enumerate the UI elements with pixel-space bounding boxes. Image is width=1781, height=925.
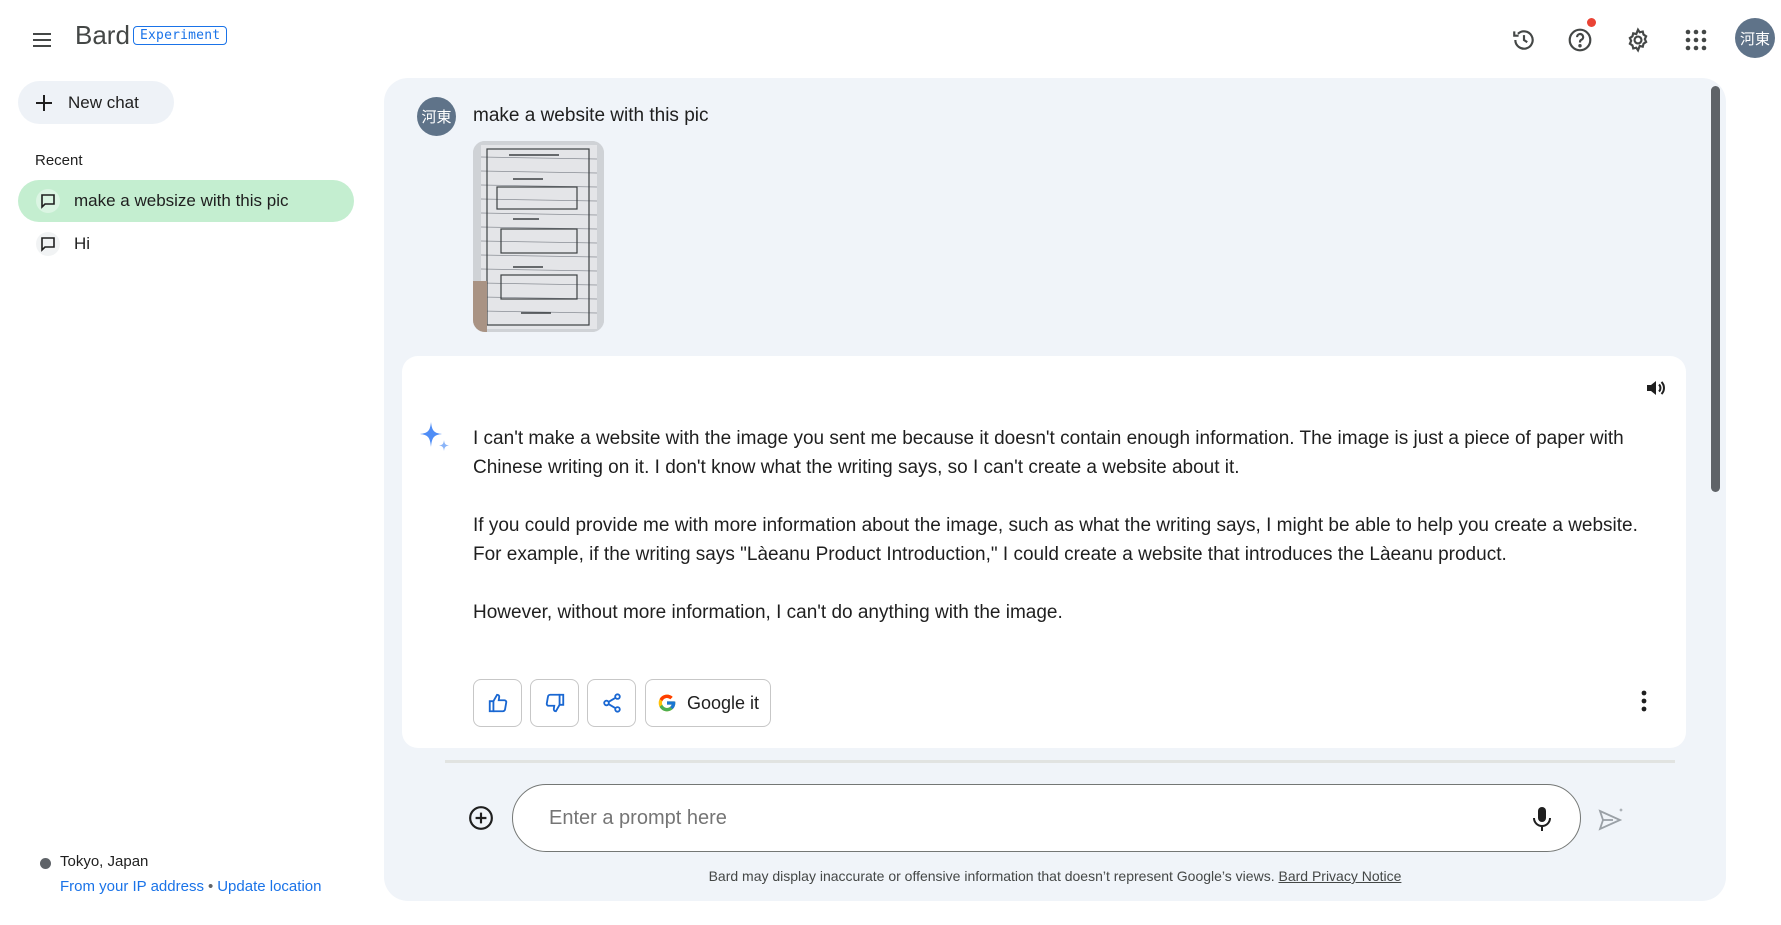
uploaded-image[interactable]: [473, 141, 604, 332]
help-icon: [1568, 28, 1592, 52]
ip-address-link[interactable]: From your IP address: [60, 878, 204, 895]
add-circle-icon: [469, 806, 493, 830]
disclaimer: Bard may display inaccurate or offensive…: [384, 868, 1726, 884]
more-options-button[interactable]: [1628, 679, 1660, 723]
chat-bubble-icon: [36, 232, 60, 256]
history-icon: [1513, 30, 1534, 50]
volume-icon: [1647, 381, 1665, 395]
menu-icon: [33, 33, 51, 47]
apps-icon: [1685, 29, 1707, 51]
account-avatar[interactable]: 河東: [1735, 18, 1775, 58]
thumbs-up-icon: [488, 693, 507, 713]
plus-icon: [36, 94, 52, 111]
settings-icon: [1628, 27, 1648, 53]
experiment-badge: Experiment: [133, 26, 228, 45]
response-paragraph: However, without more information, I can…: [473, 602, 1063, 623]
user-avatar: 河東: [417, 97, 456, 136]
microphone-icon: [1533, 807, 1551, 831]
sidebar-item-label: make a websize with this pic: [74, 191, 289, 210]
privacy-notice-link[interactable]: Bard Privacy Notice: [1278, 868, 1401, 884]
response-text: I can't make a website with the image yo…: [473, 424, 1643, 656]
thumbs-up-button[interactable]: [473, 679, 522, 727]
send-button[interactable]: [1594, 802, 1628, 836]
google-it-label: Google it: [686, 692, 760, 713]
input-divider: [445, 760, 1675, 763]
main-menu-button[interactable]: [22, 20, 62, 60]
new-chat-label: New chat: [68, 92, 139, 112]
listen-button[interactable]: [1638, 370, 1674, 406]
settings-button[interactable]: [1616, 18, 1660, 62]
location-dot-icon: [40, 858, 51, 869]
new-chat-button[interactable]: New chat: [18, 81, 174, 124]
response-paragraph: I can't make a website with the image yo…: [473, 428, 1624, 478]
notification-dot: [1587, 18, 1596, 27]
bard-logo: Bard: [75, 20, 130, 50]
google-it-button[interactable]: Google it: [645, 679, 771, 727]
send-icon: [1598, 808, 1623, 831]
response-paragraph: If you could provide me with more inform…: [473, 515, 1638, 565]
bard-sparkle-icon: [418, 420, 452, 454]
update-location-link[interactable]: Update location: [217, 878, 321, 895]
recent-heading: Recent: [35, 152, 83, 169]
share-icon: [602, 693, 621, 713]
google-g-icon: [658, 694, 676, 712]
sidebar-item-recent-chat[interactable]: make a websize with this pic: [18, 180, 354, 222]
sidebar-item-label: Hi: [74, 234, 91, 253]
conversation-scrollbar[interactable]: [1711, 86, 1720, 492]
more-vert-icon: [1641, 690, 1647, 712]
google-apps-button[interactable]: [1674, 18, 1718, 62]
prompt-input[interactable]: [512, 784, 1581, 852]
location-name: Tokyo, Japan: [60, 853, 149, 870]
history-button[interactable]: [1502, 18, 1546, 62]
user-prompt-text: make a website with this pic: [473, 105, 709, 126]
thumbs-down-button[interactable]: [530, 679, 579, 727]
location-links: From your IP address • Update location: [60, 878, 321, 895]
voice-input-button[interactable]: [1525, 802, 1559, 836]
share-button[interactable]: [587, 679, 636, 727]
location-separator: •: [207, 878, 214, 895]
disclaimer-text: Bard may display inaccurate or offensive…: [708, 868, 1275, 884]
sidebar-item-recent-chat[interactable]: Hi: [18, 223, 354, 265]
thumbs-down-icon: [545, 693, 564, 713]
chat-bubble-icon: [36, 189, 60, 213]
upload-image-button[interactable]: [465, 802, 497, 834]
